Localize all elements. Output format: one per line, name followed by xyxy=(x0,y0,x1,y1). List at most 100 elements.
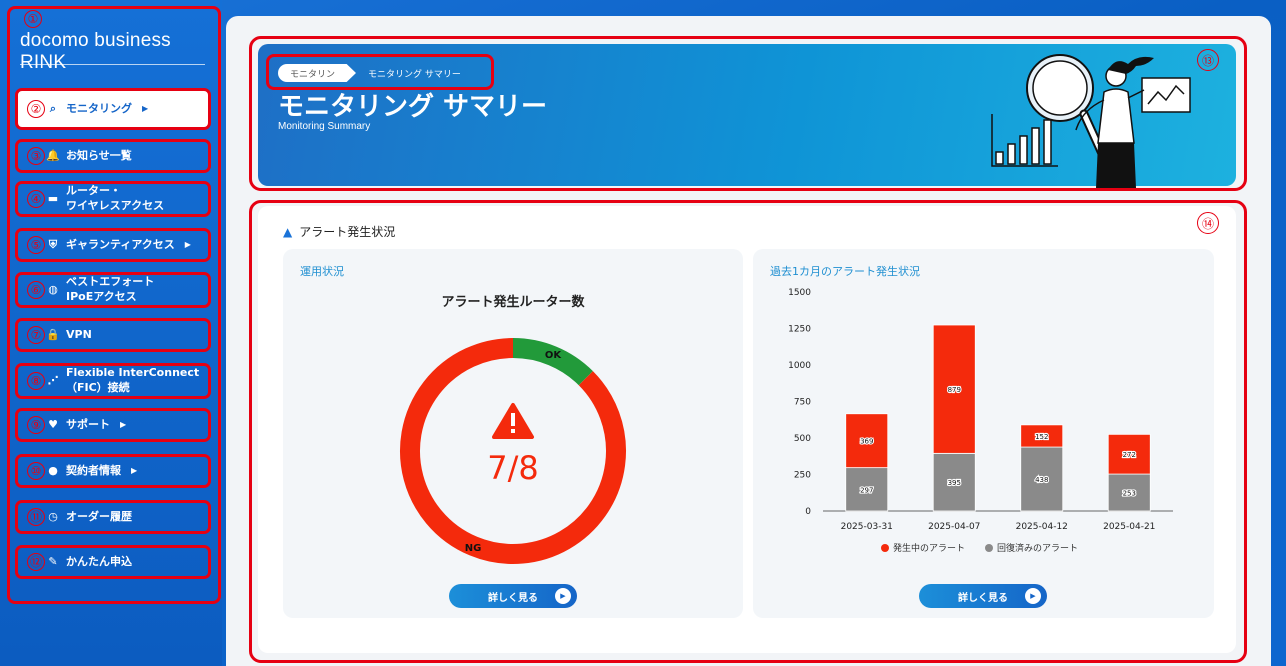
y-tick-label: 500 xyxy=(794,434,811,444)
sidebar-item-3[interactable]: ④ ▬ ルーター・ ワイヤレスアクセス xyxy=(15,181,211,217)
chevron-right-icon: ▶ xyxy=(184,239,191,249)
y-tick-label: 250 xyxy=(794,471,811,481)
sidebar-item-label: オーダー履歴 xyxy=(66,509,132,523)
annotation-marker-9: ⑨ xyxy=(27,416,45,434)
legend-label[interactable]: 発生中のアラート xyxy=(893,542,965,554)
alert-section-title: アラート発生状況 xyxy=(299,225,396,239)
view-details-button-left[interactable]: 詳しく見る ▶ xyxy=(449,584,577,608)
warning-icon xyxy=(492,403,534,439)
annotation-marker-4: ④ xyxy=(27,190,45,208)
donut-label-ok: OK xyxy=(545,350,563,361)
brand-divider xyxy=(20,64,205,65)
sidebar-item-label: サポート xyxy=(66,417,110,431)
chevron-right-icon: ▶ xyxy=(142,103,149,113)
sidebar-item-label: モニタリング xyxy=(66,101,132,115)
y-tick-label: 1500 xyxy=(788,288,811,298)
support-icon: ♥ xyxy=(48,417,58,431)
bar-data-label: 152 xyxy=(1035,433,1048,441)
breadcrumb-item-monitoring[interactable]: モニタリング xyxy=(278,64,356,82)
annotation-marker-6: ⑥ xyxy=(27,281,45,299)
breadcrumb-item-current: モニタリング サマリー xyxy=(368,70,461,80)
sidebar-item-label: ベストエフォート IPoEアクセス xyxy=(66,275,155,303)
sidebar-item-6[interactable]: ⑦ 🔒 VPN xyxy=(15,318,211,352)
annotation-marker-8: ⑧ xyxy=(27,372,45,390)
sidebar-item-label: VPN xyxy=(66,327,92,341)
sidebar-item-1[interactable]: ② ⌕ モニタリング ▶ xyxy=(15,88,211,130)
view-details-button-right[interactable]: 詳しく見る ▶ xyxy=(919,584,1047,608)
annotation-marker-10: ⑩ xyxy=(27,462,45,480)
alert-section-header: ▲ アラート発生状況 xyxy=(283,223,395,240)
donut-label-ng: NG xyxy=(465,543,482,554)
donut-center-value: 7/8 xyxy=(487,449,539,487)
x-tick-label: 2025-04-12 xyxy=(1016,522,1068,532)
annotation-marker-12: ⑫ xyxy=(27,553,45,571)
brand-logo[interactable]: docomo business RINK xyxy=(20,30,222,74)
y-tick-label: 1250 xyxy=(788,325,811,335)
monthly-alert-title: 過去1カ月のアラート発生状況 xyxy=(770,265,920,278)
sidebar-item-4[interactable]: ⑤ ⛨ ギャランティアクセス ▶ xyxy=(15,228,211,262)
bar-data-label: 272 xyxy=(1123,451,1136,459)
clock-icon: ◷ xyxy=(48,509,58,523)
sidebar-item-11[interactable]: ⑫ ✎ かんたん申込 xyxy=(15,545,211,579)
bar-data-label: 297 xyxy=(860,486,873,494)
sidebar-item-label: 契約者情報 xyxy=(66,463,121,477)
annotation-marker-2: ② xyxy=(27,100,45,118)
legend-label[interactable]: 回復済みのアラート xyxy=(997,542,1078,554)
router-icon: ▬ xyxy=(47,191,59,205)
y-tick-label: 0 xyxy=(805,507,811,517)
bar-data-label: 395 xyxy=(948,479,961,487)
sidebar-item-label: ギャランティアクセス xyxy=(66,237,175,251)
bar-data-label: 253 xyxy=(1123,490,1136,498)
chevron-right-icon: ▶ xyxy=(120,419,127,429)
annotation-marker-7: ⑦ xyxy=(27,326,45,344)
operation-status-title: 運用状況 xyxy=(300,265,344,278)
bar-data-label: 369 xyxy=(860,438,873,446)
bar-data-label: 438 xyxy=(1035,476,1048,484)
sidebar-item-label: ルーター・ ワイヤレスアクセス xyxy=(66,184,165,212)
x-tick-label: 2025-04-07 xyxy=(928,522,980,532)
sidebar-item-2[interactable]: ③ 🔔 お知らせ一覧 xyxy=(15,139,211,173)
alert-router-donut-chart: OK NG 7/8 xyxy=(400,338,626,564)
view-details-label-right: 詳しく見る xyxy=(958,592,1008,604)
legend-swatch xyxy=(985,544,993,552)
sidebar-item-label: お知らせ一覧 xyxy=(66,148,132,162)
play-circle-icon: ▶ xyxy=(1025,588,1041,604)
sidebar-item-5[interactable]: ⑥ ◍ ベストエフォート IPoEアクセス xyxy=(15,272,211,308)
monitor-search-icon: ⌕ xyxy=(49,101,57,115)
chevron-right-icon: ▶ xyxy=(131,465,138,475)
user-icon: ● xyxy=(48,463,58,477)
page-subtitle: Monitoring Summary xyxy=(278,121,371,132)
lock-icon: 🔒 xyxy=(46,327,60,341)
globe-icon: ◍ xyxy=(48,282,58,296)
monitoring-illustration-icon xyxy=(991,54,1191,188)
sidebar-item-9[interactable]: ⑩ ● 契約者情報 ▶ xyxy=(15,454,211,488)
monthly-alert-bar-chart: 0 250 500 750 1000 1250 1500 297 369 2025-03-31 39… xyxy=(788,288,1173,554)
annotation-marker-3: ③ xyxy=(27,147,45,165)
sidebar-item-8[interactable]: ⑨ ♥ サポート ▶ xyxy=(15,408,211,442)
bar-data-label: 879 xyxy=(948,386,961,394)
breadcrumb: モニタリング モニタリング サマリー xyxy=(278,64,461,82)
operation-status-panel: 運用状況 アラート発生ルーター数 OK NG 7/8 詳しく見る ▶ xyxy=(283,249,743,618)
legend-swatch xyxy=(881,544,889,552)
y-tick-label: 1000 xyxy=(788,361,811,371)
monthly-alert-panel: 過去1カ月のアラート発生状況 0 250 500 750 1000 1250 1500 297… xyxy=(753,249,1214,618)
y-tick-label: 750 xyxy=(794,398,811,408)
view-details-label-left: 詳しく見る xyxy=(488,592,538,604)
x-tick-label: 2025-03-31 xyxy=(841,522,893,532)
sidebar-item-label: Flexible InterConnect （FIC）接続 xyxy=(66,366,200,394)
network-icon: ⋰ xyxy=(47,373,59,387)
annotation-marker-11: ⑪ xyxy=(27,508,45,526)
bell-icon: 🔔 xyxy=(46,148,60,162)
sidebar-item-label: かんたん申込 xyxy=(66,554,132,568)
shield-icon: ⛨ xyxy=(48,237,58,251)
page-title: モニタリング サマリー xyxy=(278,92,548,122)
x-tick-label: 2025-04-21 xyxy=(1103,522,1155,532)
annotation-marker-1: ① xyxy=(24,10,42,28)
play-circle-icon: ▶ xyxy=(555,588,571,604)
edit-icon: ✎ xyxy=(48,554,58,568)
sidebar-item-7[interactable]: ⑧ ⋰ Flexible InterConnect （FIC）接続 xyxy=(15,363,211,399)
annotation-marker-14: ⑭ xyxy=(1197,212,1219,234)
annotation-marker-13: ⑬ xyxy=(1197,49,1219,71)
cone-icon: ▲ xyxy=(283,224,293,239)
sidebar-item-10[interactable]: ⑪ ◷ オーダー履歴 xyxy=(15,500,211,534)
